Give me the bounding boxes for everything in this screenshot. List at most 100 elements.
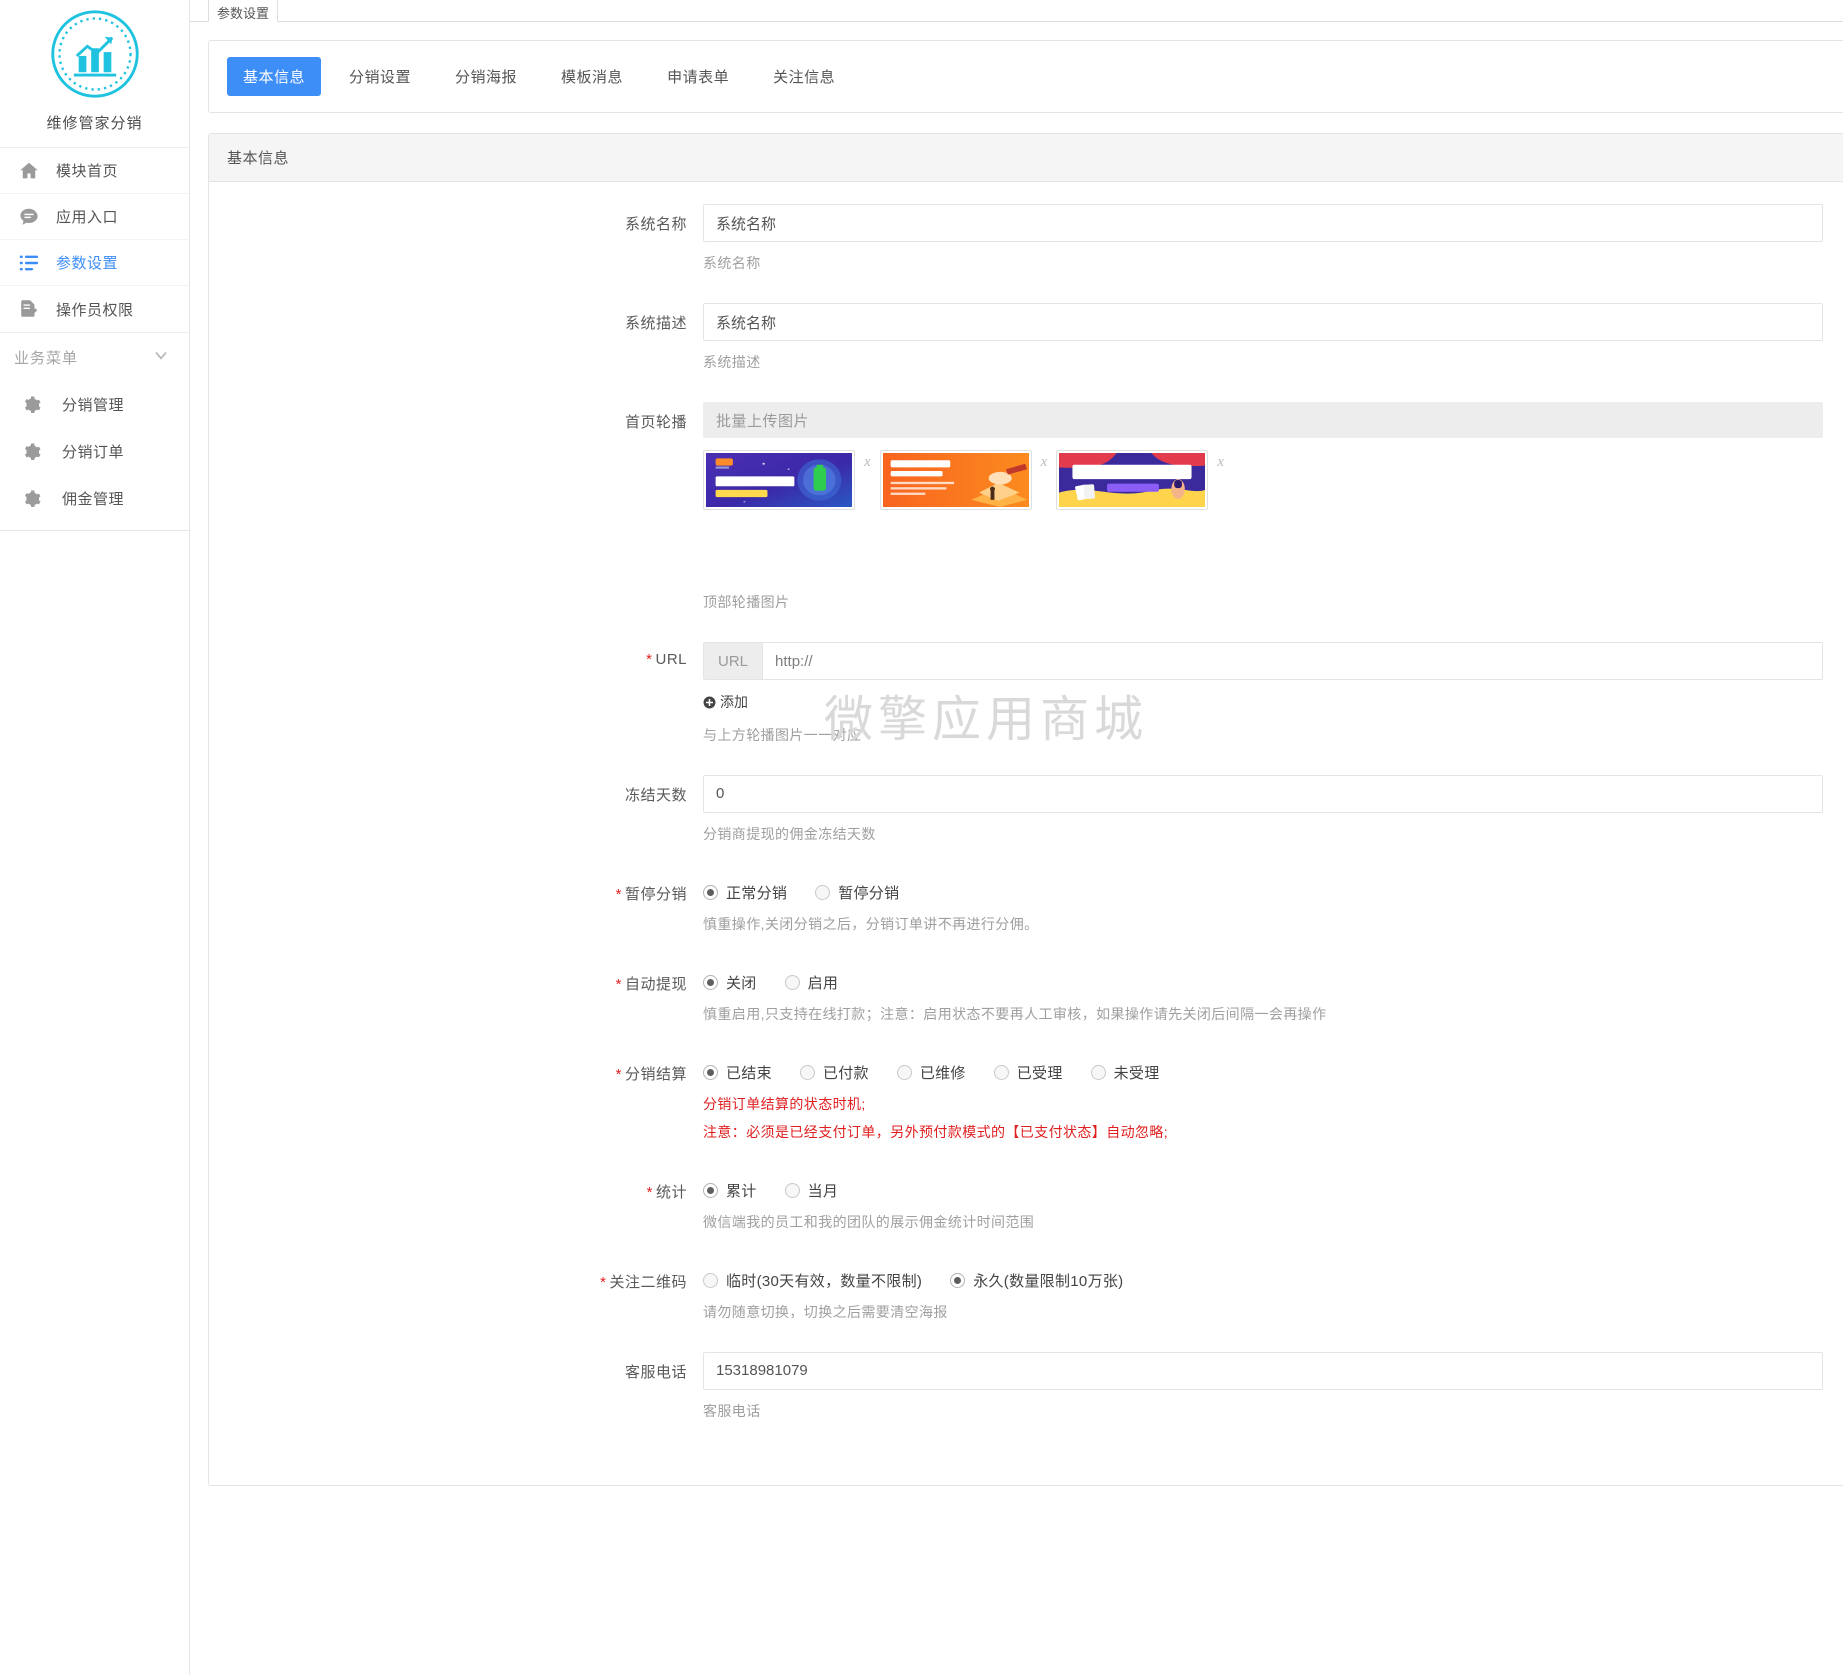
radio-auto-withdraw-on[interactable]: 启用 [784,972,839,993]
radio-label: 当月 [807,1182,839,1200]
url-addon-label: URL [703,642,763,680]
radio-label: 已付款 [822,1064,869,1082]
carousel-thumb-battery[interactable] [703,450,855,510]
field-label-text: URL [655,651,687,668]
brand-title: 维修管家分销 [46,115,143,132]
radio-dot [784,1182,800,1198]
field-label-text: 暂停分销 [624,885,687,903]
gear-icon [22,442,48,462]
panel-title: 基本信息 [209,134,1843,182]
field-help: 请勿随意切换，切换之后需要清空海报 [703,1303,948,1320]
freeze-days-input[interactable] [703,774,1823,813]
business-nav: 分销管理 分销订单 佣金管理 [0,381,189,531]
field-label: 客服电话 [624,1363,687,1381]
radio-label: 正常分销 [726,884,788,902]
carousel-thumb-standard[interactable] [879,450,1032,510]
field-label: * 分销结算 [209,1054,703,1168]
tab-bar: 基本信息 分销设置 分销海报 模板消息 申请表单 关注信息 [208,40,1843,113]
banner-image-backcover [1059,453,1206,507]
statistics-radio-group: 累计 当月 [703,1172,1843,1201]
sidebar-item-operator-permissions[interactable]: 操作员权限 [0,286,189,332]
field-follow-qrcode: * 关注二维码 临时(30天有效，数量不限制) 永久(数量限制10万张) 请勿随… [209,1262,1843,1348]
sidebar-section-business-menu[interactable]: 业务菜单 [0,333,189,381]
radio-dot [896,1064,912,1080]
field-help: 分销商提现的佣金冻结天数 [703,825,876,842]
sidebar-item-module-home[interactable]: 模块首页 [0,148,189,194]
tab-follow-info[interactable]: 关注信息 [757,57,851,96]
brand: 维修管家分销 [0,0,189,148]
tab-distribution-settings[interactable]: 分销设置 [333,57,427,96]
required-marker: * [615,1065,622,1083]
sidebar-item-commission-management[interactable]: 佣金管理 [0,475,189,522]
field-help: 慎重操作,关闭分销之后，分销订单讲不再进行分佣。 [703,915,1039,932]
field-label: * URL [209,642,703,771]
sidebar-item-label: 分销订单 [62,444,125,461]
required-marker: * [615,975,622,993]
sidebar-item-app-entry[interactable]: 应用入口 [0,194,189,240]
required-marker: * [646,1183,653,1201]
qrcode-radio-group: 临时(30天有效，数量不限制) 永久(数量限制10万张) [703,1262,1843,1291]
system-name-input[interactable] [703,204,1823,242]
radio-settlement-not-accepted[interactable]: 未受理 [1090,1062,1160,1083]
content-wrap: 基本信息 分销设置 分销海报 模板消息 申请表单 关注信息 基本信息 系统名称 … [190,22,1843,1486]
service-phone-input[interactable] [703,1351,1823,1390]
field-help: 慎重启用,只支持在线打款；注意：启用状态不要再人工审核，如果操作请先关闭后间隔一… [703,1005,1327,1022]
gear-icon [22,395,48,415]
field-help: 与上方轮播图片一一对应 [703,726,862,743]
radio-settlement-repaired[interactable]: 已维修 [896,1062,966,1083]
tab-application-form[interactable]: 申请表单 [651,57,745,96]
thumbnail-item: x [879,450,1057,510]
tab-distribution-poster[interactable]: 分销海报 [439,57,533,96]
radio-dot [703,1064,718,1080]
sidebar-item-distribution-orders[interactable]: 分销订单 [0,428,189,475]
radio-qrcode-permanent[interactable]: 永久(数量限制10万张) [950,1270,1123,1291]
auto-withdraw-radio-group: 关闭 启用 [703,964,1843,993]
radio-dot [703,1182,718,1198]
sidebar-item-distribution-management[interactable]: 分销管理 [0,381,189,428]
remove-thumbnail-icon[interactable]: x [1041,454,1048,471]
plus-circle-icon [703,696,716,709]
tab-basic-info[interactable]: 基本信息 [227,57,322,96]
field-label: * 自动提现 [209,964,703,1050]
radio-dot [993,1064,1009,1080]
remove-thumbnail-icon[interactable]: x [864,454,871,471]
remove-thumbnail-icon[interactable]: x [1217,454,1224,471]
required-marker: * [615,885,622,903]
field-home-carousel: 首页轮播 批量上传图片 x x x 顶部轮播图片 [209,402,1843,638]
batch-upload-button[interactable]: 批量上传图片 [703,402,1823,438]
radio-auto-withdraw-off[interactable]: 关闭 [703,972,757,993]
radio-normal-distribution[interactable]: 正常分销 [703,882,787,903]
thumbnail-item: x [703,450,880,510]
system-description-input[interactable] [703,303,1823,341]
field-auto-withdraw: * 自动提现 关闭 启用 慎重启用,只支持在线打款；注意：启用状态不要再人工审核… [209,964,1843,1050]
field-label: 冻结天数 [624,786,687,804]
radio-qrcode-temporary[interactable]: 临时(30天有效，数量不限制) [703,1270,922,1291]
add-url-button[interactable]: 添加 [703,692,748,712]
carousel-thumb-backcover[interactable] [1056,450,1209,510]
radio-pause-distribution[interactable]: 暂停分销 [815,882,899,903]
radio-dot [703,884,718,900]
radio-settlement-finished[interactable]: 已结束 [703,1062,772,1083]
tab-template-message[interactable]: 模板消息 [545,57,639,96]
radio-statistics-current-month[interactable]: 当月 [784,1180,839,1201]
radio-settlement-accepted[interactable]: 已受理 [993,1062,1063,1083]
sidebar-item-label: 佣金管理 [62,491,125,508]
field-system-description: 系统描述 系统描述 [209,303,1843,398]
tab-parameter-settings-partial[interactable]: 参数设置 [208,0,278,22]
radio-label: 未受理 [1113,1064,1160,1082]
radio-label: 永久(数量限制10万张) [973,1272,1124,1290]
field-label: 系统描述 [624,315,687,332]
radio-statistics-cumulative[interactable]: 累计 [703,1180,757,1201]
field-url: * URL URL http:// 添加 与上方轮播图片一一对应 [209,642,1843,771]
sidebar-item-parameter-settings[interactable]: 参数设置 [0,240,189,286]
radio-label: 关闭 [726,974,757,992]
field-label-text: 统计 [655,1183,687,1201]
radio-dot [703,1272,718,1288]
sidebar-item-label: 参数设置 [56,255,119,272]
radio-dot [815,884,831,900]
url-input[interactable] [762,642,1823,680]
settlement-radio-group: 已结束 已付款 已维修 已受理 未受理 [703,1054,1843,1083]
app-root: 维修管家分销 模块首页 应用入口 参数设置 操作员权限 业务菜单 分销管理 分销… [0,0,1843,1675]
radio-settlement-paid[interactable]: 已付款 [799,1062,869,1083]
chevron-down-icon[interactable] [151,345,171,370]
